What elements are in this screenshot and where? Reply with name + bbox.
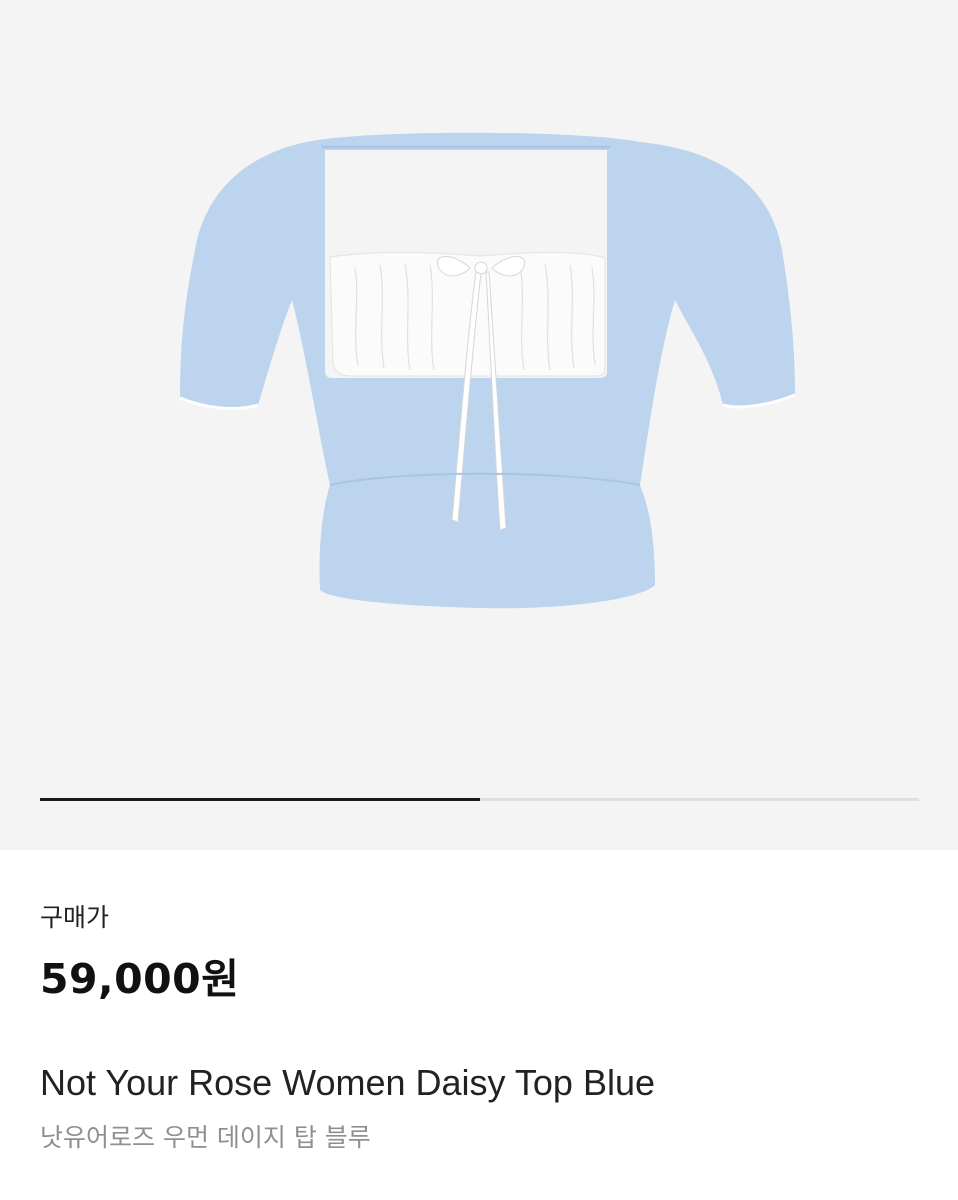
- gallery-progress-track: [40, 798, 919, 801]
- gallery-progress-fill: [40, 798, 480, 801]
- product-image-carousel[interactable]: [0, 0, 958, 850]
- product-detail-page: 구매가 59,000원 Not Your Rose Women Daisy To…: [0, 0, 958, 1200]
- price-value: 59,000원: [40, 955, 240, 1003]
- product-image[interactable]: [0, 0, 958, 850]
- product-name: Not Your Rose Women Daisy Top Blue: [40, 1062, 656, 1103]
- price-label: 구매가: [40, 903, 110, 932]
- product-name-korean: 낫유어로즈 우먼 데이지 탑 블루: [40, 1123, 371, 1152]
